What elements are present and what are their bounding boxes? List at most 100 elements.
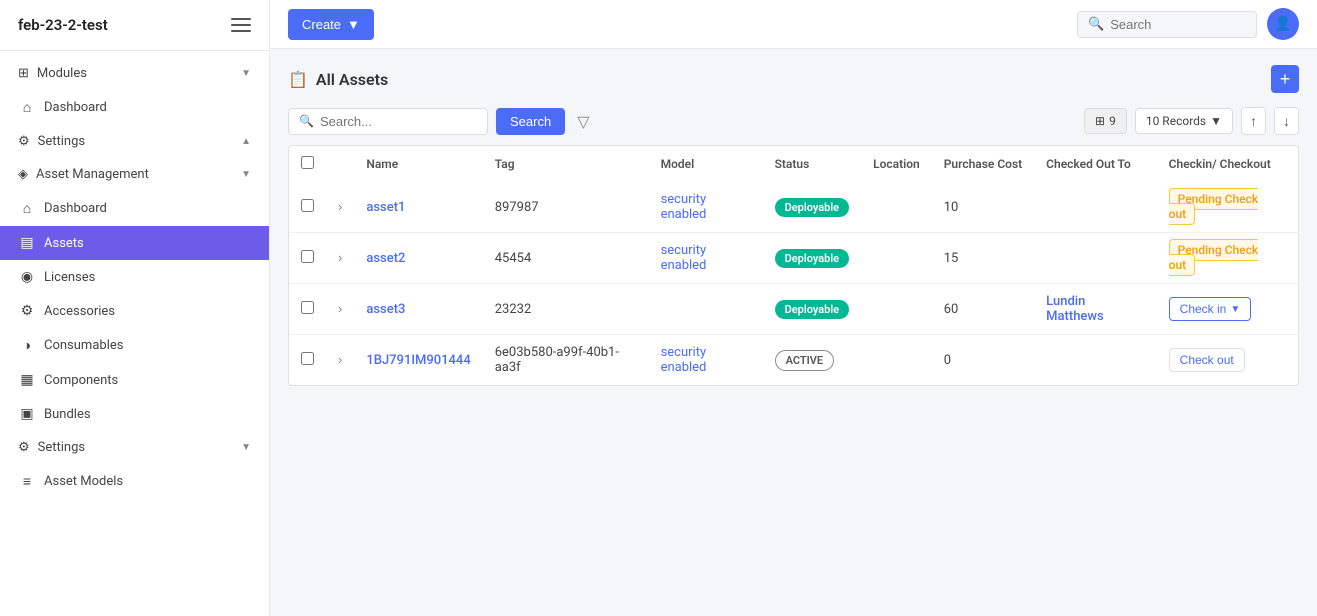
row-checkbox[interactable] xyxy=(301,250,314,263)
row-model-link[interactable]: security enabled xyxy=(661,243,707,273)
row-model-cell: security enabled xyxy=(649,335,763,386)
table-header-row: Name Tag Model Status Location Purchase … xyxy=(289,146,1298,182)
export-up-button[interactable]: ↑ xyxy=(1241,107,1266,135)
settings-icon: ⚙ xyxy=(18,134,30,149)
row-tag-cell: 23232 xyxy=(483,284,649,335)
bundles-icon: ▣ xyxy=(18,406,36,422)
sidebar-item-consumables[interactable]: ◑ Consumables xyxy=(0,328,269,363)
sidebar: feb-23-2-test ⊞ Modules ▼ ⌂ Dashboard ⚙ … xyxy=(0,0,270,616)
hamburger-menu[interactable] xyxy=(231,18,251,32)
sidebar-item-accessories[interactable]: ⚙ Accessories xyxy=(0,294,269,328)
page-header: 📋 All Assets + xyxy=(288,65,1299,93)
row-expand-button[interactable]: › xyxy=(338,301,342,316)
row-name-cell: asset3 xyxy=(354,284,482,335)
create-button[interactable]: Create ▼ xyxy=(288,9,374,40)
settings-label: Settings xyxy=(38,134,85,149)
asset-models-icon: ≡ xyxy=(18,473,36,490)
topbar-search-input[interactable] xyxy=(1110,17,1246,32)
accessories-icon: ⚙ xyxy=(18,303,36,319)
row-name-cell: asset1 xyxy=(354,182,482,233)
sidebar-item-dashboard-top[interactable]: ⌂ Dashboard xyxy=(0,90,269,125)
sidebar-item-label: Asset Models xyxy=(44,474,123,489)
sidebar-item-label: Components xyxy=(44,373,118,388)
records-label: 10 Records xyxy=(1146,114,1206,128)
table-search-input[interactable] xyxy=(320,114,477,129)
filter-icon[interactable]: ▽ xyxy=(573,108,593,135)
consumables-icon: ◑ xyxy=(18,337,36,354)
row-model-cell: security enabled xyxy=(649,182,763,233)
toolbar-left: 🔍 Search ▽ xyxy=(288,108,594,135)
sidebar-item-assets[interactable]: ▤ Assets xyxy=(0,226,269,260)
table-search-button[interactable]: Search xyxy=(496,108,565,135)
app-title: feb-23-2-test xyxy=(18,16,108,34)
checkout-button[interactable]: Check out xyxy=(1169,348,1245,372)
asset-management-header[interactable]: ◈ Asset Management ▼ xyxy=(0,158,269,191)
row-checkbox[interactable] xyxy=(301,352,314,365)
modules-section-header[interactable]: ⊞ Modules ▼ xyxy=(0,57,269,90)
create-label: Create xyxy=(302,17,341,32)
row-status-cell: Deployable xyxy=(763,284,862,335)
header-tag[interactable]: Tag xyxy=(483,146,649,182)
row-name-link[interactable]: asset3 xyxy=(366,302,405,317)
header-checkin-checkout[interactable]: Checkin/ Checkout xyxy=(1157,146,1298,182)
row-model-link[interactable]: security enabled xyxy=(661,345,707,375)
row-checkbox[interactable] xyxy=(301,301,314,314)
sidebar-item-asset-models[interactable]: ≡ Asset Models xyxy=(0,464,269,499)
settings-section-header[interactable]: ⚙ Settings ▲ xyxy=(0,125,269,158)
table-toolbar: 🔍 Search ▽ ⊞ 9 10 Records ▼ ↑ ↓ xyxy=(288,107,1299,135)
user-icon: 👤 xyxy=(1274,16,1291,32)
row-name-link[interactable]: 1BJ791IM901444 xyxy=(366,353,470,368)
sidebar-item-label: Consumables xyxy=(44,338,123,353)
sidebar-item-label: Dashboard xyxy=(44,201,107,216)
row-name-link[interactable]: asset2 xyxy=(366,251,405,266)
sidebar-section-modules: ⊞ Modules ▼ ⌂ Dashboard ⚙ Settings ▲ ◈ A… xyxy=(0,51,269,505)
dashboard-icon: ⌂ xyxy=(18,99,36,116)
columns-button[interactable]: ⊞ 9 xyxy=(1084,108,1127,134)
sidebar-item-dashboard-sub[interactable]: ⌂ Dashboard xyxy=(0,191,269,226)
row-expand-cell: › xyxy=(326,284,354,335)
table-search-icon: 🔍 xyxy=(299,114,314,128)
settings-sub-header[interactable]: ⚙ Settings ▼ xyxy=(0,431,269,464)
row-expand-button[interactable]: › xyxy=(338,199,342,214)
header-status[interactable]: Status xyxy=(763,146,862,182)
row-location-cell xyxy=(861,335,932,386)
sidebar-item-bundles[interactable]: ▣ Bundles xyxy=(0,397,269,431)
dashboard-sub-icon: ⌂ xyxy=(18,200,36,217)
checked-out-to-value: Lundin Matthews xyxy=(1046,294,1104,324)
row-expand-button[interactable]: › xyxy=(338,250,342,265)
header-select-all[interactable] xyxy=(289,146,326,182)
row-checked-out-to-cell xyxy=(1034,335,1157,386)
add-asset-button[interactable]: + xyxy=(1271,65,1299,93)
header-checked-out-to[interactable]: Checked Out To xyxy=(1034,146,1157,182)
checkin-button[interactable]: Check in ▼ xyxy=(1169,297,1252,321)
page-title: All Assets xyxy=(316,70,388,89)
row-expand-cell: › xyxy=(326,335,354,386)
row-expand-button[interactable]: › xyxy=(338,352,342,367)
status-badge: Deployable xyxy=(775,300,850,319)
select-all-checkbox[interactable] xyxy=(301,156,314,169)
modules-chevron: ▼ xyxy=(241,68,251,79)
topbar-search[interactable]: 🔍 xyxy=(1077,11,1257,38)
toolbar-right: ⊞ 9 10 Records ▼ ↑ ↓ xyxy=(1084,107,1299,135)
sidebar-item-components[interactable]: ▦ Components xyxy=(0,363,269,397)
sidebar-item-licenses[interactable]: ◉ Licenses xyxy=(0,260,269,294)
user-avatar[interactable]: 👤 xyxy=(1267,8,1299,40)
modules-label: Modules xyxy=(37,66,87,81)
asset-mgmt-icon: ◈ xyxy=(18,167,28,182)
row-checkbox[interactable] xyxy=(301,199,314,212)
row-status-cell: Deployable xyxy=(763,182,862,233)
row-name-link[interactable]: asset1 xyxy=(366,200,405,215)
pending-checkout-label: Pending Check out xyxy=(1169,239,1258,276)
row-model-link[interactable]: security enabled xyxy=(661,192,707,222)
header-name[interactable]: Name xyxy=(354,146,482,182)
export-down-button[interactable]: ↓ xyxy=(1274,107,1299,135)
header-purchase-cost[interactable]: Purchase Cost xyxy=(932,146,1034,182)
create-arrow-icon: ▼ xyxy=(347,17,360,32)
search-icon: 🔍 xyxy=(1088,17,1104,32)
header-model[interactable]: Model xyxy=(649,146,763,182)
records-select[interactable]: 10 Records ▼ xyxy=(1135,108,1233,134)
sidebar-item-label: Accessories xyxy=(44,304,115,319)
row-checkbox-cell xyxy=(289,335,326,386)
row-name-cell: asset2 xyxy=(354,233,482,284)
header-location[interactable]: Location xyxy=(861,146,932,182)
